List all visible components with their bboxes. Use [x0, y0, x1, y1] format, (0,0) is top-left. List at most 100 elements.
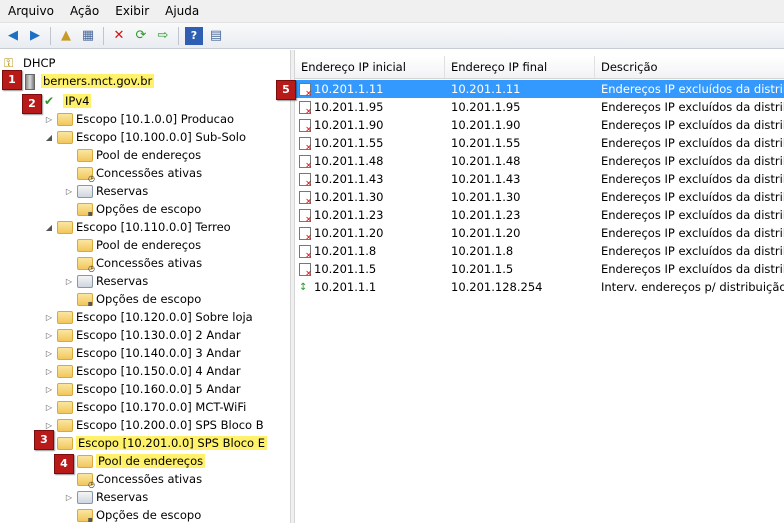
excluded-range-icon — [299, 208, 312, 224]
expand-arrow-icon[interactable]: ▷ — [44, 331, 54, 340]
tree-item[interactable]: ▷ Escopo [10.150.0.0] 4 Andar — [44, 362, 241, 380]
menu-arquivo[interactable]: Arquivo — [0, 0, 62, 22]
tree-label: Escopo [10.150.0.0] 4 Andar — [76, 364, 241, 378]
up-folder-icon[interactable]: ▲ — [57, 27, 75, 45]
expand-arrow-icon[interactable]: ▷ — [44, 403, 54, 412]
forward-icon[interactable]: ▶ — [26, 27, 44, 45]
tree-item[interactable]: ▷ Escopo [10.130.0.0] 2 Andar — [44, 326, 241, 344]
table-row[interactable]: 10.201.1.43 10.201.1.43 Endereços IP exclu… — [295, 170, 784, 188]
expand-arrow-icon[interactable]: ▷ — [44, 385, 54, 394]
excluded-range-icon — [299, 82, 312, 98]
folder-icon — [57, 310, 73, 324]
ip-start-text: 10.201.1.20 — [314, 226, 384, 240]
tree-item[interactable]: ◢Escopo [10.201.0.0] SPS Bloco E — [44, 434, 268, 452]
cell-ip-end: 10.201.1.5 — [451, 262, 514, 276]
tree-node-server[interactable]: berners.mct.gov.br — [22, 72, 155, 90]
table-row[interactable]: 10.201.1.5 10.201.1.5 Endereços IP excluíd… — [295, 260, 784, 278]
help-icon[interactable]: ? — [185, 26, 203, 45]
tree-item[interactable]: ▷ Escopo [10.200.0.0] SPS Bloco B — [44, 416, 264, 434]
folder-icon — [57, 364, 73, 378]
callout-badge-2: 2 — [22, 94, 42, 114]
excluded-range-icon — [299, 190, 312, 206]
tree-node-ipv4[interactable]: ✔ IPv4 — [44, 92, 92, 110]
menu-exibir[interactable]: Exibir — [107, 0, 157, 22]
refresh-icon[interactable]: ⟳ — [132, 27, 150, 45]
tree-label: Escopo [10.201.0.0] SPS Bloco E — [76, 436, 268, 450]
cell-ip-end: 10.201.1.90 — [451, 118, 521, 132]
server-icon — [22, 74, 38, 90]
cell-ip-end: 10.201.1.20 — [451, 226, 521, 240]
column-ip-end[interactable]: Endereço IP final — [445, 56, 595, 78]
expand-arrow-icon[interactable]: ▷ — [44, 349, 54, 358]
console-tree-icon[interactable]: ▤ — [207, 27, 225, 45]
table-row[interactable]: 10.201.1.11 10.201.1.11 Endereços IP exclu… — [295, 80, 784, 98]
tree-item[interactable]: ◢ Escopo [10.110.0.0] Terreo — [44, 218, 231, 236]
back-icon[interactable]: ◀ — [4, 27, 22, 45]
tree-item[interactable]: ▷ Reservas — [64, 182, 148, 200]
column-ip-start[interactable]: Endereço IP inicial — [295, 56, 445, 78]
expand-arrow-icon[interactable]: ▷ — [44, 421, 54, 430]
export-icon[interactable]: ⇨ — [154, 27, 172, 45]
tree-item[interactable]: ◢ Escopo [10.100.0.0] Sub-Solo — [44, 128, 246, 146]
table-row[interactable]: 10.201.1.90 10.201.1.90 Endereços IP exclu… — [295, 116, 784, 134]
callout-badge-4: 4 — [54, 454, 74, 474]
tree-item[interactable]: ▪ Opções de escopo — [64, 506, 201, 523]
show-hide-tree-icon[interactable]: ▦ — [79, 27, 97, 45]
tree-label: Opções de escopo — [96, 202, 202, 216]
expand-arrow-icon[interactable]: ▷ — [44, 367, 54, 376]
tree-item[interactable]: ◷ Concessões ativas — [64, 164, 203, 183]
toolbar-divider — [50, 26, 51, 45]
menu-acao[interactable]: Ação — [62, 0, 107, 22]
collapse-arrow-icon[interactable]: ◢ — [44, 133, 54, 142]
table-row[interactable]: 10.201.1.8 10.201.1.8 Endereços IP excluíd… — [295, 242, 784, 260]
expand-arrow-icon[interactable]: ▷ — [64, 277, 74, 286]
console-tree: ⚿ DHCP berners.mct.gov.br ✔ IPv4 ▷ Escopo… — [0, 50, 290, 523]
cell-ip-start: 10.201.1.48 — [295, 154, 445, 170]
delete-icon[interactable]: ✕ — [110, 27, 128, 45]
tree-item[interactable]: ▷ Escopo [10.160.0.0] 5 Andar — [44, 380, 241, 398]
active-leases-icon: ◷ — [77, 166, 95, 183]
tree-item[interactable]: Pool de endereços — [64, 146, 201, 164]
cell-ip-start: 10.201.1.90 — [295, 118, 445, 134]
table-row[interactable]: 10.201.1.55 10.201.1.55 Endereços IP exclu… — [295, 134, 784, 152]
cell-description: Endereços IP excluídos da distrib. — [601, 208, 784, 222]
table-row[interactable]: 10.201.1.23 10.201.1.23 Endereços IP exclu… — [295, 206, 784, 224]
expand-arrow-icon[interactable]: ▷ — [64, 187, 74, 196]
dhcp-icon: ⚿ — [4, 56, 14, 70]
tree-label: Escopo [10.110.0.0] Terreo — [76, 220, 231, 234]
tree-item[interactable]: ◷ Concessões ativas — [64, 254, 202, 273]
cell-ip-end: 10.201.128.254 — [451, 280, 543, 294]
folder-icon — [57, 436, 73, 450]
cell-description: Endereços IP excluídos da distrib. — [601, 244, 784, 258]
tree-item[interactable]: ◷ Concessões ativas — [64, 470, 202, 489]
cell-ip-start: 10.201.1.55 — [295, 136, 445, 152]
menu-ajuda[interactable]: Ajuda — [157, 0, 207, 22]
table-row[interactable]: 10.201.1.95 10.201.1.95 Endereços IP exclu… — [295, 98, 784, 116]
tree-label: Concessões ativas — [96, 166, 203, 180]
expand-arrow-icon[interactable]: ▷ — [64, 493, 74, 502]
collapse-arrow-icon[interactable]: ◢ — [44, 223, 54, 232]
tree-item[interactable]: ▷ Escopo [10.170.0.0] MCT-WiFi — [44, 398, 246, 416]
table-row[interactable]: 10.201.1.20 10.201.1.20 Endereços IP exclu… — [295, 224, 784, 242]
tree-item[interactable]: ▷ Reservas — [64, 488, 148, 506]
tree-item[interactable]: ▷ Escopo [10.120.0.0] Sobre loja — [44, 308, 253, 326]
expand-arrow-icon[interactable]: ▷ — [44, 313, 54, 322]
table-row[interactable]: ↕ 10.201.1.1 10.201.128.254 Interv. endereç… — [295, 278, 784, 296]
toolbar-divider — [178, 26, 179, 45]
table-row[interactable]: 10.201.1.48 10.201.1.48 Endereços IP exclu… — [295, 152, 784, 170]
tree-item[interactable]: Pool de endereços — [64, 236, 201, 254]
tree-item[interactable]: Pool de endereços — [64, 452, 206, 470]
tree-item[interactable]: ▷ Escopo [10.1.0.0] Producao — [44, 110, 234, 128]
column-description[interactable]: Descrição — [595, 56, 784, 78]
tree-item[interactable]: ▪ Opções de escopo — [64, 290, 201, 308]
cell-description: Endereços IP excluídos da distrib. — [601, 154, 784, 168]
tree-label: DHCP — [23, 56, 56, 70]
reservations-icon — [77, 490, 93, 504]
excluded-range-icon — [299, 100, 312, 116]
tree-label: Reservas — [96, 184, 149, 198]
tree-item[interactable]: ▷ Reservas — [64, 272, 148, 290]
expand-arrow-icon[interactable]: ▷ — [44, 115, 54, 124]
table-row[interactable]: 10.201.1.30 10.201.1.30 Endereços IP exclu… — [295, 188, 784, 206]
tree-item[interactable]: ▷ Escopo [10.140.0.0] 3 Andar — [44, 344, 241, 362]
tree-item[interactable]: ▪ Opções de escopo — [64, 200, 201, 218]
